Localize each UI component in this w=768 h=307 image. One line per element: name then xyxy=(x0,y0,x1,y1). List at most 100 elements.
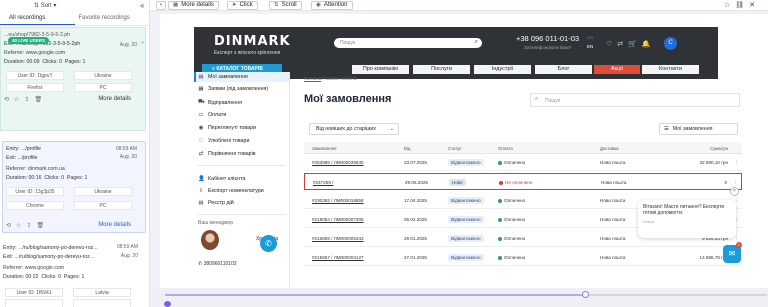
play-icon[interactable] xyxy=(164,301,171,307)
chat-greeting-bubble[interactable]: Вітаємо! Маєте питання? Експерти готові … xyxy=(638,200,736,238)
order-payment-status: Не оплачено xyxy=(499,180,532,185)
breadcrumb-home[interactable]: Головна xyxy=(304,76,321,81)
order-payment-status: Оплачено xyxy=(498,160,525,165)
user-avatar[interactable]: C xyxy=(664,37,677,50)
order-number-link[interactable]: #253986 / ЛМ000039630 xyxy=(312,160,364,165)
nav-contacts[interactable]: Контакти xyxy=(642,65,699,74)
lang-en[interactable]: EN xyxy=(587,44,593,49)
menu-favorites[interactable]: ♡ Улюблені товари xyxy=(198,138,250,144)
orders-header-row: Замовлення Від Статус Оплата Доставка Су… xyxy=(304,142,742,154)
card-referrer: Referrer: dinmark.com.ua xyxy=(6,166,65,172)
menu-viewed[interactable]: ◉ Переглянуті товари xyxy=(198,125,256,131)
menu-divider xyxy=(198,165,286,166)
more-details-link[interactable]: More details xyxy=(98,222,131,228)
nav-about[interactable]: Про компанію xyxy=(352,65,409,74)
replay-icon[interactable]: ⟲ xyxy=(4,96,9,103)
site-logo[interactable]: DINMARK xyxy=(214,34,291,49)
menu-action-log[interactable]: ▤ Реєстр дій xyxy=(198,200,233,206)
compare-icon[interactable]: ⇄ xyxy=(617,40,623,48)
favorite-star-icon[interactable]: ☆ xyxy=(724,1,730,9)
more-vert-icon[interactable]: ⋮ xyxy=(734,160,739,166)
collapse-chevron-icon[interactable]: ⌄ xyxy=(140,38,145,45)
recording-card[interactable]: Entry: .../profile 08:59 AM Exit: .../pr… xyxy=(2,141,146,233)
link-icon[interactable]: ⛓ xyxy=(735,1,744,9)
order-date: 06.02.2025 xyxy=(404,217,427,222)
menu-client-cabinet[interactable]: 👤 Кабінет клієнта xyxy=(198,176,245,182)
nav-services[interactable]: Послуги xyxy=(413,65,470,74)
manager-phone[interactable]: ✆ 380960110103 xyxy=(198,261,237,267)
replay-icon[interactable]: ⟲ xyxy=(6,222,11,229)
nav-industries[interactable]: Індустрії xyxy=(474,65,531,74)
col-delivery: Доставка xyxy=(600,146,619,151)
attention-heatmap-button[interactable]: ◉ Attention xyxy=(311,1,353,10)
col-payment: Оплата xyxy=(498,146,513,151)
card-referrer: Referrer: www.google.com xyxy=(3,265,65,271)
scroll-label: Scroll xyxy=(281,2,297,8)
card-browser: Firefox xyxy=(6,83,64,92)
live-users-badge[interactable]: 40 LIVE USERS xyxy=(8,37,50,44)
order-row[interactable]: #215657 / ЛМ000004127 27.01.2025 Відвантаж… xyxy=(304,249,742,266)
cart-icon[interactable]: 🛒 xyxy=(628,40,637,48)
order-number-link[interactable]: #216856 / ЛМ000005343 xyxy=(312,236,364,241)
delete-icon[interactable]: 🗑 xyxy=(36,222,44,229)
more-details-link[interactable]: More details xyxy=(98,96,131,102)
order-row[interactable]: #253986 / ЛМ000039630 23.07.2025 Відвантаж… xyxy=(304,154,742,171)
menu-requests[interactable]: ▦ Заявки (під замовлення) xyxy=(198,86,268,92)
orders-search-input[interactable]: ⌕ Пошук xyxy=(530,93,740,107)
star-icon[interactable]: ☆ xyxy=(14,96,19,103)
manager-photo xyxy=(201,230,219,250)
more-details-button[interactable]: ▦ More details xyxy=(168,1,219,10)
order-status-badge: Відвантажено xyxy=(448,254,484,261)
close-icon[interactable]: ✕ xyxy=(749,1,755,9)
chat-close-icon[interactable]: × xyxy=(730,187,739,196)
timeline-handle[interactable] xyxy=(582,291,589,298)
site-search-input[interactable]: Пошук ⌕ xyxy=(334,38,482,48)
card-device: PC xyxy=(74,201,132,210)
bell-icon[interactable]: 🔔 xyxy=(642,40,651,48)
order-number-link[interactable]: #218054 / ЛМ000007305 xyxy=(312,217,364,222)
callback-link[interactable]: Зателефонувати Вам? xyxy=(524,45,571,50)
lang-ua[interactable]: UA xyxy=(587,35,593,40)
orders-icon: ▤ xyxy=(198,74,204,80)
order-row[interactable]: #247259 / 29.06.2025 Нове Не оплачено Нова п… xyxy=(304,173,742,190)
timeline-progress xyxy=(165,294,586,296)
recording-card[interactable]: Entry: .../ru/blog/samoriy-po-derevu-roz… xyxy=(0,241,146,307)
nav-sale[interactable]: Акції xyxy=(594,65,640,74)
site-phone[interactable]: +38 096 011-01-03 xyxy=(516,34,579,43)
nav-blog[interactable]: Блог xyxy=(535,65,592,74)
orders-filter-button[interactable]: ☰ Мої замовлення xyxy=(659,123,738,135)
order-status-badge: Відвантажено xyxy=(448,159,484,166)
delete-icon[interactable]: 🗑 xyxy=(34,96,42,103)
compare-icon: ⇄ xyxy=(198,151,204,157)
menu-compare[interactable]: ⇄ Порівняння товарів xyxy=(198,151,256,157)
list-icon: ▦ xyxy=(198,86,204,92)
share-icon[interactable]: ⇪ xyxy=(26,222,31,229)
more-vert-icon[interactable]: ⋮ xyxy=(733,180,738,186)
order-sum: 32 990,10 грн xyxy=(699,160,728,165)
share-icon[interactable]: ⇪ xyxy=(24,96,29,103)
heart-icon[interactable]: ♡ xyxy=(606,40,612,48)
filter-icon: ☰ xyxy=(664,126,669,132)
click-heatmap-button[interactable]: ➤ Click xyxy=(227,1,258,10)
order-status-badge: Відвантажено xyxy=(448,197,484,204)
col-date: Від xyxy=(404,146,411,151)
orders-sort-select[interactable]: Від новіших до старіших ⌄ xyxy=(309,123,399,135)
tab-favorite-recordings[interactable]: Favorite recordings xyxy=(75,12,149,25)
menu-export[interactable]: ⇩ Експорт номенклатури xyxy=(198,188,264,194)
back-button[interactable]: ‹ xyxy=(156,1,166,10)
card-exit: Exit: .../ru/blog/samoriy-po-derevu-roz.… xyxy=(3,254,95,260)
menu-shipments[interactable]: ⛟ Відправлення xyxy=(198,99,242,106)
order-number-link[interactable]: #215657 / ЛМ000004127 xyxy=(312,255,364,260)
tab-all-recordings[interactable]: All recordings xyxy=(0,12,75,25)
sort-control[interactable]: ⇅ Sort ▾ xyxy=(34,2,56,9)
phone-call-icon[interactable]: ✆ xyxy=(260,235,277,252)
menu-payments[interactable]: ▭ Оплати xyxy=(198,112,226,118)
order-number-link[interactable]: #230392 / ЛМ000018858 xyxy=(312,198,364,203)
order-number-link[interactable]: #247259 / xyxy=(313,180,333,185)
star-icon[interactable]: ☆ xyxy=(16,222,21,229)
chat-greeting-text: Вітаємо! Маєте питання? Експерти готові … xyxy=(643,204,725,216)
card-user-id: User ID: 1f6941 xyxy=(5,288,63,297)
scroll-heatmap-button[interactable]: ⇅ Scroll xyxy=(269,1,302,10)
collapse-panel-icon[interactable]: « xyxy=(140,1,144,10)
menu-my-orders[interactable]: ▤ Мої замовлення xyxy=(194,72,289,82)
